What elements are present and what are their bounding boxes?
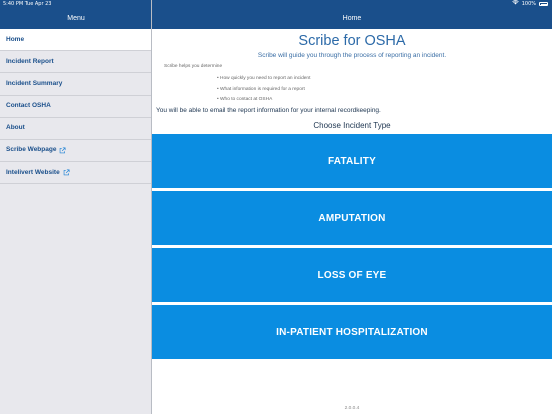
button-label: LOSS OF EYE bbox=[317, 269, 387, 281]
amputation-button[interactable]: AMPUTATION bbox=[152, 191, 552, 245]
sidebar-item-incident-report[interactable]: Incident Report bbox=[0, 51, 151, 74]
sidebar-item-about[interactable]: About bbox=[0, 118, 151, 140]
fatality-button[interactable]: FATALITY bbox=[152, 134, 552, 188]
sidebar-item-label: Contact OSHA bbox=[6, 102, 51, 110]
page-title: Scribe for OSHA bbox=[298, 33, 406, 49]
external-link-icon bbox=[60, 147, 66, 154]
status-bar: 5:40 PM Tue Apr 23 100% bbox=[0, 0, 552, 8]
sidebar-menu: Home Incident Report Incident Summary Co… bbox=[0, 29, 151, 414]
wifi-icon bbox=[511, 0, 519, 8]
list-item: • What information is required for a rep… bbox=[217, 86, 305, 92]
sidebar-item-intelivert-website[interactable]: Intelivert Website bbox=[0, 162, 151, 185]
choose-incident-label: Choose Incident Type bbox=[313, 121, 391, 130]
helps-heading: Scribe helps you determine bbox=[164, 64, 223, 69]
sidebar-item-contact-osha[interactable]: Contact OSHA bbox=[0, 96, 151, 118]
sidebar-item-scribe-webpage[interactable]: Scribe Webpage bbox=[0, 140, 151, 163]
menu-nav-bar: Menu bbox=[0, 8, 152, 29]
sidebar-item-label: Incident Summary bbox=[6, 79, 63, 87]
sidebar-item-label: Home bbox=[6, 35, 25, 43]
loss-of-eye-button[interactable]: LOSS OF EYE bbox=[152, 248, 552, 302]
menu-title: Menu bbox=[67, 15, 85, 22]
list-item: • How quickly you need to report an inci… bbox=[217, 76, 311, 81]
battery-percent: 100% bbox=[521, 1, 536, 7]
sidebar-item-home[interactable]: Home bbox=[0, 29, 151, 52]
in-patient-hospitalization-button[interactable]: IN-PATIENT HOSPITALIZATION bbox=[152, 305, 552, 359]
intro-text: Scribe will guide you through the proces… bbox=[257, 52, 447, 59]
helps-list: • How quickly you need to report an inci… bbox=[217, 74, 310, 106]
sidebar-item-label: Intelivert Website bbox=[6, 168, 60, 176]
home-nav-bar: Home bbox=[152, 8, 552, 29]
version-label: 2.0.0.4 bbox=[344, 406, 360, 411]
sidebar-item-incident-summary[interactable]: Incident Summary bbox=[0, 73, 151, 96]
battery-icon bbox=[539, 2, 548, 6]
home-nav-title: Home bbox=[342, 15, 362, 22]
email-note: You will be able to email the report inf… bbox=[156, 107, 381, 114]
status-right: 100% bbox=[511, 0, 548, 8]
list-item: • Who to contact at OSHA bbox=[217, 97, 273, 103]
sidebar-item-label: Scribe Webpage bbox=[6, 146, 57, 154]
button-label: AMPUTATION bbox=[318, 212, 386, 224]
status-time-date: 5:40 PM Tue Apr 23 bbox=[3, 1, 52, 7]
sidebar-item-label: About bbox=[6, 124, 25, 132]
home-content: Scribe for OSHA Scribe will guide you th… bbox=[152, 29, 552, 414]
external-link-icon bbox=[63, 169, 70, 176]
sidebar-item-label: Incident Report bbox=[6, 57, 54, 65]
button-label: FATALITY bbox=[328, 155, 376, 167]
button-label: IN-PATIENT HOSPITALIZATION bbox=[276, 326, 428, 338]
